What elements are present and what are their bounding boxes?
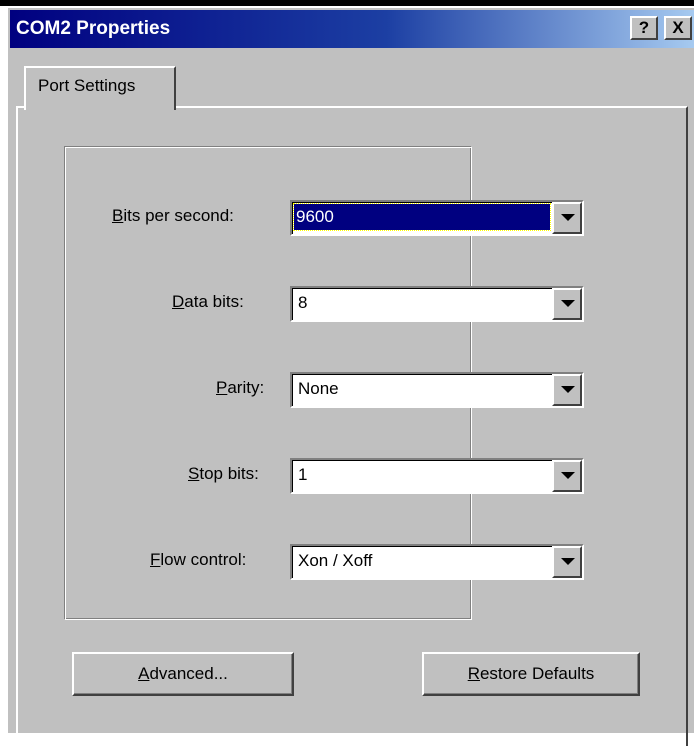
chevron-down-icon[interactable]	[552, 288, 582, 320]
flow-control-label: Flow control:	[150, 550, 247, 569]
parity-value: None	[298, 379, 339, 398]
stop-bits-select[interactable]: 1	[290, 458, 584, 494]
chevron-down-icon[interactable]	[552, 374, 582, 406]
parity-label: Parity:	[216, 378, 265, 397]
flow-control-select[interactable]: Xon / Xoff	[290, 544, 584, 580]
flow-control-value: Xon / Xoff	[298, 551, 373, 570]
help-button[interactable]: ?	[630, 16, 658, 40]
stop-bits-label: Stop bits:	[188, 464, 259, 483]
title-bar[interactable]: COM2 Properties ? X	[10, 10, 694, 48]
tab-label: Port Settings	[38, 76, 136, 95]
chevron-down-icon[interactable]	[552, 546, 582, 578]
advanced-button[interactable]: Advanced...	[72, 652, 294, 696]
close-icon: X	[672, 18, 684, 37]
help-icon: ?	[638, 18, 650, 37]
data-bits-label: Data bits:	[172, 292, 244, 311]
data-bits-select[interactable]: 8	[290, 286, 584, 322]
window-title: COM2 Properties	[16, 18, 171, 39]
close-button[interactable]: X	[664, 16, 692, 40]
tab-port-settings[interactable]: Port Settings	[24, 66, 176, 110]
restore-defaults-button[interactable]: Restore Defaults	[422, 652, 640, 696]
bits-per-second-label: Bits per second:	[112, 206, 234, 225]
stop-bits-value: 1	[298, 465, 308, 484]
bits-per-second-select[interactable]: 9600	[290, 200, 584, 236]
bits-per-second-value: 9600	[293, 203, 551, 231]
data-bits-value: 8	[298, 293, 308, 312]
chevron-down-icon[interactable]	[552, 460, 582, 492]
chevron-down-icon[interactable]	[552, 202, 582, 234]
parity-select[interactable]: None	[290, 372, 584, 408]
